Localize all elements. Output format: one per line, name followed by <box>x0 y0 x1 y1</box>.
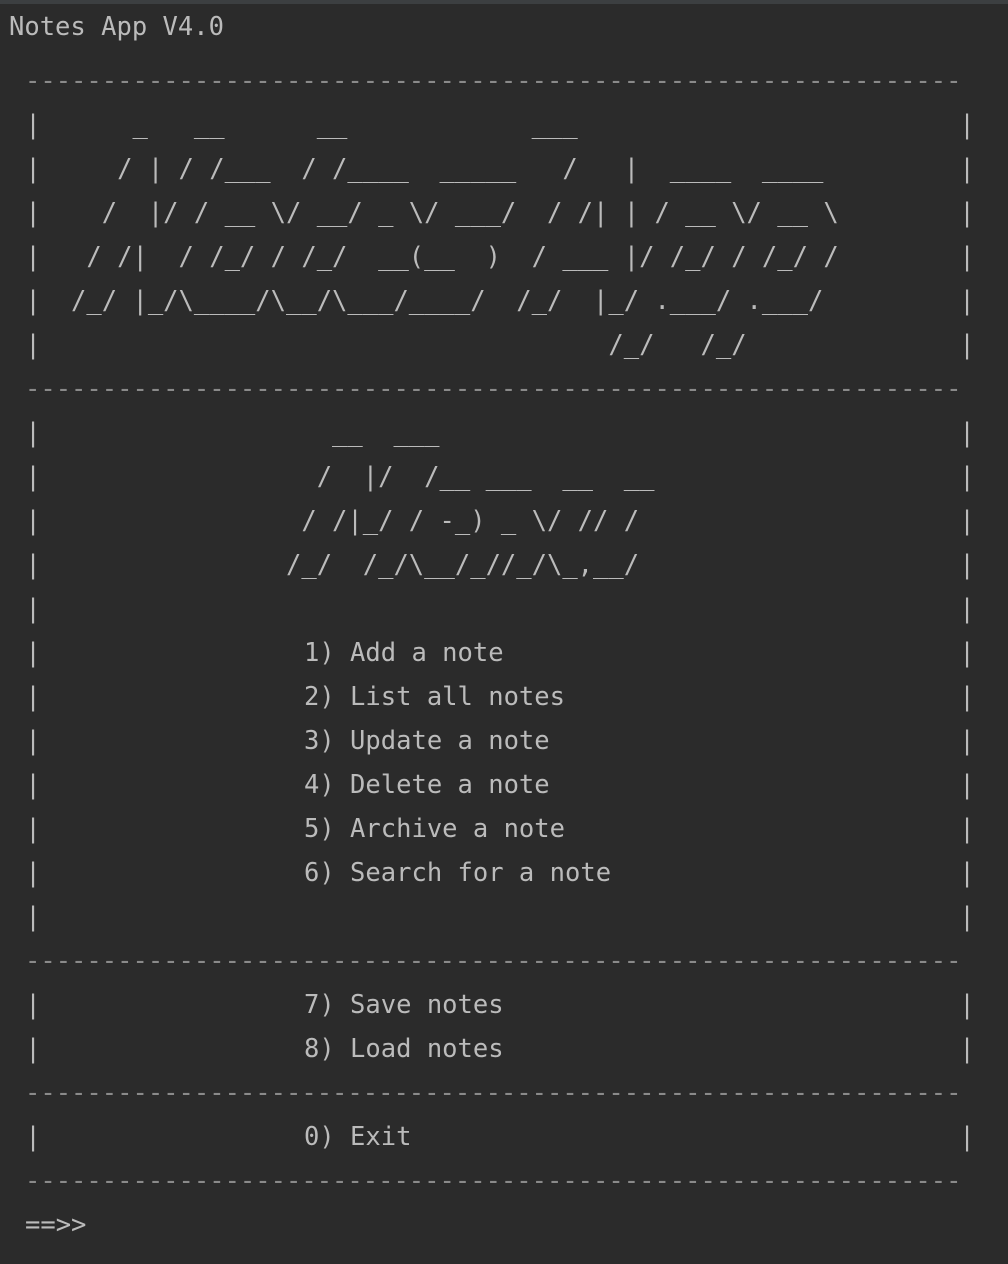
banner-line: / | / /___ / /____ _____ / | ____ ____ <box>25 154 824 184</box>
border-left: | <box>25 638 41 668</box>
border-right: | <box>959 242 975 272</box>
border-right: | <box>959 418 975 448</box>
border-right: | <box>959 770 975 800</box>
blank-row: | | <box>25 587 980 631</box>
menu-row: | 2) List all notes | <box>25 675 980 719</box>
border-right: | <box>959 638 975 668</box>
border-left: | <box>25 1034 41 1064</box>
menu-item-delete-note[interactable]: 4) Delete a note <box>304 763 550 807</box>
banner-line: /_/ /_/ <box>25 330 747 360</box>
menu-title-line: / /|_/ / -_) _ \/ // / <box>25 506 640 536</box>
banner-row: | /_/ |_/\____/\__/\___/____/ /_/ |_/ ._… <box>25 279 980 323</box>
border-right: | <box>959 550 975 580</box>
border-right: | <box>959 726 975 756</box>
border-left: | <box>25 726 41 756</box>
menu-item-save-notes[interactable]: 7) Save notes <box>304 983 504 1027</box>
menu-item-add-note[interactable]: 1) Add a note <box>304 631 504 675</box>
banner-line: / /| / /_/ / /_/ __(__ ) / ___ |/ /_/ / … <box>25 242 839 272</box>
banner-line: / |/ / __ \/ __/ _ \/ ___/ / /| | / __ \… <box>25 198 839 228</box>
separator-line: ----------------------------------------… <box>25 66 962 96</box>
prompt-row[interactable]: ==>> <box>25 1203 980 1247</box>
banner-line: _ __ __ ___ <box>25 110 578 140</box>
banner-row: | /_/ /_/ | <box>25 323 980 367</box>
separator-banner: ----------------------------------------… <box>25 367 980 411</box>
border-left: | <box>25 902 41 932</box>
separator-file: ----------------------------------------… <box>25 1071 980 1115</box>
menu-item-search-note[interactable]: 6) Search for a note <box>304 851 611 895</box>
separator-line: ----------------------------------------… <box>25 946 962 976</box>
menu-title-row: | / /|_/ / -_) _ \/ // / | <box>25 499 980 543</box>
menu-title-row: | / |/ /__ ___ __ __ | <box>25 455 980 499</box>
file-section: | 7) Save notes | | 8) Load notes | <box>25 983 980 1071</box>
border-right: | <box>959 154 975 184</box>
border-left: | <box>25 594 41 624</box>
exit-section: | 0) Exit | <box>25 1115 980 1159</box>
menu-row: | 1) Add a note | <box>25 631 980 675</box>
menu-item-update-note[interactable]: 3) Update a note <box>304 719 550 763</box>
menu-title-line: /_/ /_/\__/_//_/\_,__/ <box>25 550 640 580</box>
border-right: | <box>959 594 975 624</box>
menu-row: | 3) Update a note | <box>25 719 980 763</box>
border-right: | <box>959 858 975 888</box>
app-title: Notes App V4.0 <box>9 12 224 42</box>
banner-row: | _ __ __ ___ | <box>25 103 980 147</box>
separator-top: ----------------------------------------… <box>25 59 980 103</box>
menu-section: | __ ___ | | / |/ /__ ___ __ __ | | / /|… <box>25 411 980 939</box>
border-right: | <box>959 462 975 492</box>
menu-title-line: / |/ /__ ___ __ __ <box>25 462 655 492</box>
separator-line: ----------------------------------------… <box>25 1166 962 1196</box>
border-left: | <box>25 770 41 800</box>
console-window: Notes App V4.0 -------------------------… <box>0 0 1008 1264</box>
border-left: | <box>25 990 41 1020</box>
border-left: | <box>25 858 41 888</box>
banner-row: | / /| / /_/ / /_/ __(__ ) / ___ |/ /_/ … <box>25 235 980 279</box>
menu-screen: ----------------------------------------… <box>25 59 980 1247</box>
menu-title-row: | /_/ /_/\__/_//_/\_,__/ | <box>25 543 980 587</box>
menu-title-row: | __ ___ | <box>25 411 980 455</box>
separator-menu: ----------------------------------------… <box>25 939 980 983</box>
separator-line: ----------------------------------------… <box>25 1078 962 1108</box>
menu-row: | 6) Search for a note | <box>25 851 980 895</box>
banner-row: | / | / /___ / /____ _____ / | ____ ____… <box>25 147 980 191</box>
menu-row: | 0) Exit | <box>25 1115 980 1159</box>
border-right: | <box>959 990 975 1020</box>
border-left: | <box>25 814 41 844</box>
border-right: | <box>959 110 975 140</box>
menu-item-exit[interactable]: 0) Exit <box>304 1115 411 1159</box>
menu-row: | 7) Save notes | <box>25 983 980 1027</box>
border-right: | <box>959 330 975 360</box>
border-right: | <box>959 506 975 536</box>
banner-line: /_/ |_/\____/\__/\___/____/ /_/ |_/ .___… <box>25 286 824 316</box>
menu-item-load-notes[interactable]: 8) Load notes <box>304 1027 504 1071</box>
menu-item-list-notes[interactable]: 2) List all notes <box>304 675 565 719</box>
separator-bottom: ----------------------------------------… <box>25 1159 980 1203</box>
banner-section: | _ __ __ ___ | | / | / /___ / /____ ___… <box>25 103 980 367</box>
border-right: | <box>959 1122 975 1152</box>
border-left: | <box>25 1122 41 1152</box>
banner-row: | / |/ / __ \/ __/ _ \/ ___/ / /| | / __… <box>25 191 980 235</box>
border-right: | <box>959 198 975 228</box>
menu-row: | 5) Archive a note | <box>25 807 980 851</box>
separator-line: ----------------------------------------… <box>25 374 962 404</box>
border-right: | <box>959 682 975 712</box>
border-right: | <box>959 1034 975 1064</box>
input-prompt[interactable]: ==>> <box>25 1203 86 1247</box>
blank-row: | | <box>25 895 980 939</box>
border-right: | <box>959 286 975 316</box>
menu-row: | 8) Load notes | <box>25 1027 980 1071</box>
menu-title-line: __ ___ <box>25 418 440 448</box>
menu-row: | 4) Delete a note | <box>25 763 980 807</box>
border-right: | <box>959 902 975 932</box>
menu-item-archive-note[interactable]: 5) Archive a note <box>304 807 565 851</box>
border-right: | <box>959 814 975 844</box>
border-left: | <box>25 682 41 712</box>
